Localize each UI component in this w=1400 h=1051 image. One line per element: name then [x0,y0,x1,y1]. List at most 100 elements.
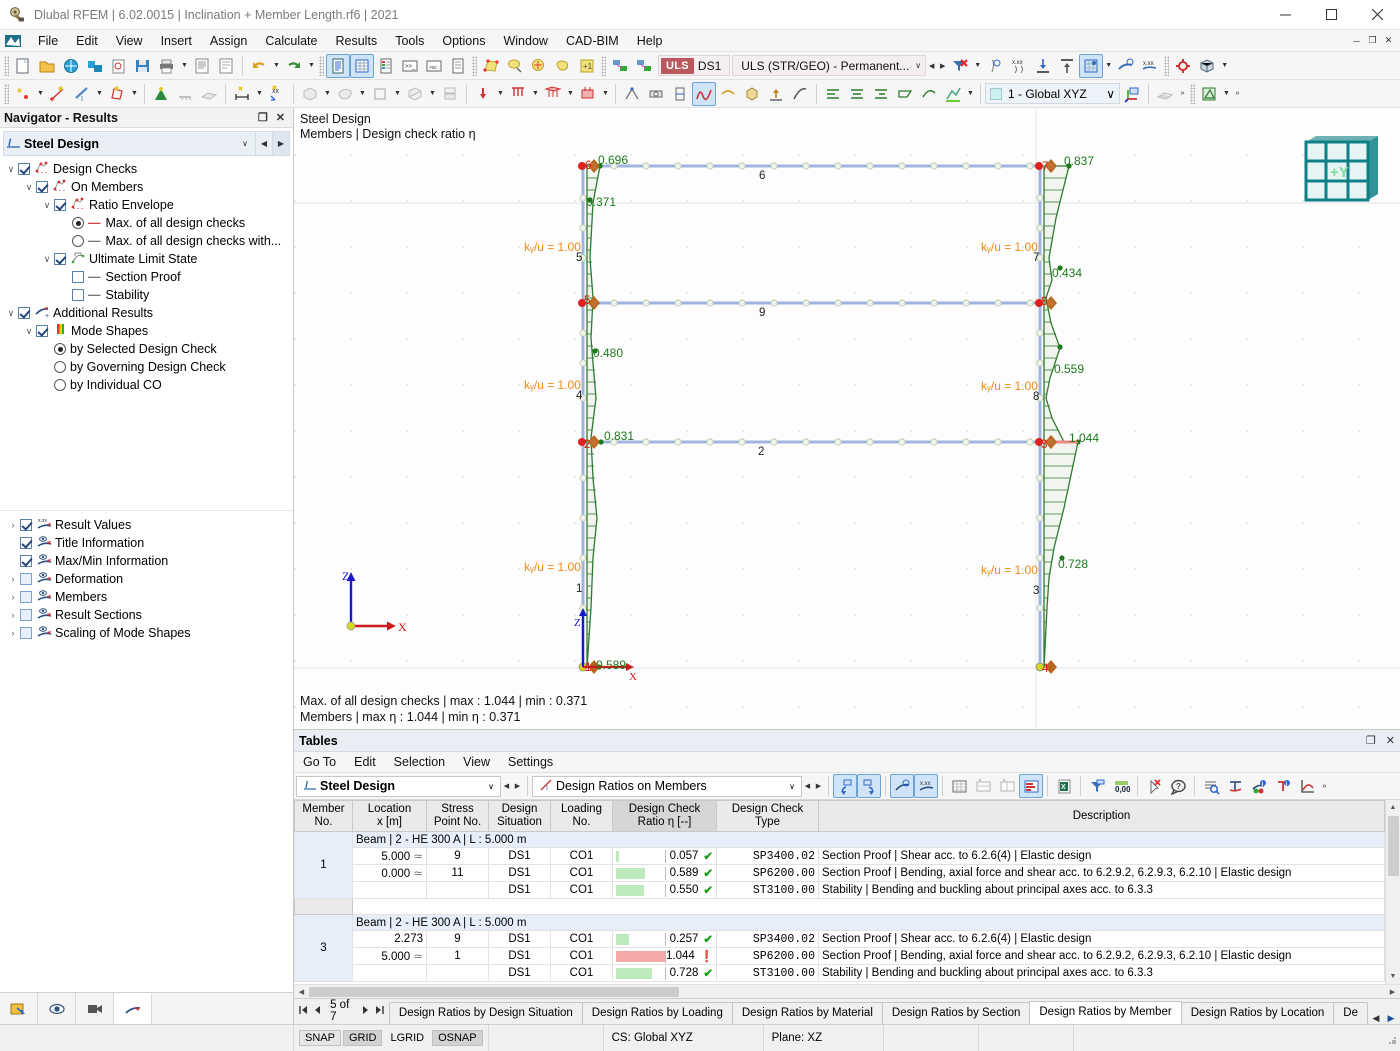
tree-twisty-icon[interactable]: ∨ [4,164,18,175]
design-situation-indicator[interactable]: ULS DS1 [658,55,730,76]
mdi-minimize-button[interactable]: ─ [1349,33,1364,48]
print-icon[interactable] [155,54,179,78]
select-freehand-icon[interactable] [551,54,575,78]
load-case-manager-icon[interactable] [608,54,632,78]
loading-cell[interactable]: CO1 [551,948,613,965]
navigator-tree-item[interactable]: by Governing Design Check [0,358,293,376]
navigator-tree-item[interactable]: ∨Mode Shapes [0,322,293,340]
show-table-result-icon[interactable] [890,774,914,798]
navigator-tree-item[interactable]: ∨+Additional Results [0,304,293,322]
imperfection-icon[interactable] [620,82,644,106]
location-cell[interactable]: 5.000 ≃ [353,848,427,865]
maximize-button[interactable] [1308,0,1354,30]
tables-menu-edit[interactable]: Edit [345,753,385,771]
description-cell[interactable]: Section Proof | Bending, axial force and… [819,865,1385,882]
pager-last-button[interactable] [374,1005,385,1017]
undo-dropdown-arrow[interactable]: ▼ [271,54,282,78]
align-members-2-icon[interactable] [845,82,869,106]
result-max-icon[interactable] [1055,54,1079,78]
select-circle-icon[interactable] [527,54,551,78]
align-members-icon[interactable] [821,82,845,106]
navigator-tree-item[interactable]: by Selected Design Check [0,340,293,358]
tables-module-prev[interactable]: ◀ [501,774,512,798]
tree-checkbox[interactable] [20,591,32,603]
design-ratio-cell[interactable]: 0.550✔ [613,882,717,899]
table-view-cols-icon[interactable] [995,774,1019,798]
table-chart-icon[interactable] [1019,774,1043,798]
command-console-icon[interactable]: >>_ [398,54,422,78]
stress-point-cell[interactable]: 11 [427,865,489,882]
table-column-header[interactable]: MemberNo. [295,801,353,832]
table-column-header[interactable]: Description [819,801,1385,832]
result-legend-icon[interactable] [1114,54,1138,78]
result-info-1-icon[interactable]: i [1247,774,1271,798]
navigator-tree-item[interactable]: ∨Ultimate Limit State [0,250,293,268]
tree-twisty-icon[interactable]: ∨ [40,200,54,211]
color-scale-dropdown-arrow[interactable]: ▼ [965,82,976,106]
navigator-tree-item[interactable]: —Section Proof [0,268,293,286]
navigator-module-combo[interactable]: I Steel Design ∨ ◀ ▶ [3,131,290,156]
flatten-icon[interactable] [716,82,740,106]
toolbar-grip-4[interactable] [601,56,606,76]
toolbar-grip-3[interactable] [472,56,477,76]
table-grid[interactable]: MemberNo.Locationx [m]StressPoint No.Des… [294,800,1385,984]
design-situation-cell[interactable]: DS1 [489,948,551,965]
script-console-icon[interactable]: >sc [422,54,446,78]
toolbar2-grip[interactable] [4,84,9,104]
design-check-type-cell[interactable]: SP3400.02 [717,931,819,948]
hinge-icon[interactable] [644,82,668,106]
coordinate-system-combo[interactable]: 1 - Global XYZ ∨ [985,83,1120,104]
navigator-tree-item[interactable]: by Individual CO [0,376,293,394]
design-check-type-cell[interactable]: ST3100.00 [717,882,819,899]
find-in-table-icon[interactable] [1199,774,1223,798]
navigator-next-button[interactable]: ▶ [272,132,289,155]
menu-item-calculate[interactable]: Calculate [256,32,326,50]
lgrid-toggle-button[interactable]: LGRID [384,1030,430,1046]
combination-manager-icon[interactable] [632,54,656,78]
navigator-prev-button[interactable]: ◀ [255,132,272,155]
table-bottom-tab[interactable]: Design Ratios by Material [732,1002,883,1024]
member-dropdown-arrow[interactable]: ▼ [94,82,105,106]
show-table-icon[interactable] [326,54,350,78]
surface-support-icon[interactable] [197,82,221,106]
description-cell[interactable]: Stability | Bending and buckling about p… [819,965,1385,982]
tables-table-next[interactable]: ▶ [813,774,824,798]
box-icon[interactable] [740,82,764,106]
design-situation-cell[interactable]: DS1 [489,931,551,948]
new-member-icon[interactable]: I [70,82,94,106]
design-ratio-cell[interactable]: 0.057✔ [613,848,717,865]
table-row[interactable]: DS1CO10.728✔ST3100.00Stability | Bending… [295,965,1385,982]
navigator-display-option[interactable]: ›x.xxResult Values [0,516,293,534]
node-dropdown-arrow[interactable]: ▼ [35,82,46,106]
loading-cell[interactable]: CO1 [551,965,613,982]
tree-checkbox[interactable] [20,609,32,621]
show-result-values-icon[interactable]: x.xx [1007,54,1031,78]
location-cell[interactable]: 2.273 [353,931,427,948]
settings-gear-icon[interactable] [1171,54,1195,78]
navigator-display-option[interactable]: ›Scaling of Mode Shapes [0,624,293,642]
navigator-tree-item[interactable]: —Max. of all design checks [0,214,293,232]
loading-cell[interactable]: CO1 [551,931,613,948]
tree-checkbox[interactable] [54,199,66,211]
tree-radio[interactable] [72,235,84,247]
print-preview-icon[interactable] [107,54,131,78]
table-column-header[interactable]: LoadingNo. [551,801,613,832]
pager-first-button[interactable] [298,1005,309,1017]
design-ratio-cell[interactable]: 0.728✔ [613,965,717,982]
menu-item-results[interactable]: Results [327,32,387,50]
table-row[interactable]: 0.000 ≃11DS1CO10.589✔SP6200.00Section Pr… [295,865,1385,882]
export-excel-icon[interactable]: X [1052,774,1076,798]
text-annotation-icon[interactable]: xx [265,82,289,106]
design-check-type-cell[interactable]: SP6200.00 [717,948,819,965]
location-cell[interactable]: 5.000 ≃ [353,948,427,965]
navigator-display-option[interactable]: Max/Min Information [0,552,293,570]
line-load-icon[interactable] [506,82,530,106]
tree-checkbox[interactable] [20,627,32,639]
new-line-icon[interactable] [46,82,70,106]
result-diagram-dropdown-arrow[interactable]: ▼ [1103,54,1114,78]
print-dropdown-arrow[interactable]: ▼ [179,54,190,78]
tables-table-combo[interactable]: I Design Ratios on Members ∨ [532,776,802,797]
building-story-icon[interactable] [438,82,462,106]
result-values-toggle-icon[interactable]: x.xx [1138,54,1162,78]
tree-radio[interactable] [54,343,66,355]
